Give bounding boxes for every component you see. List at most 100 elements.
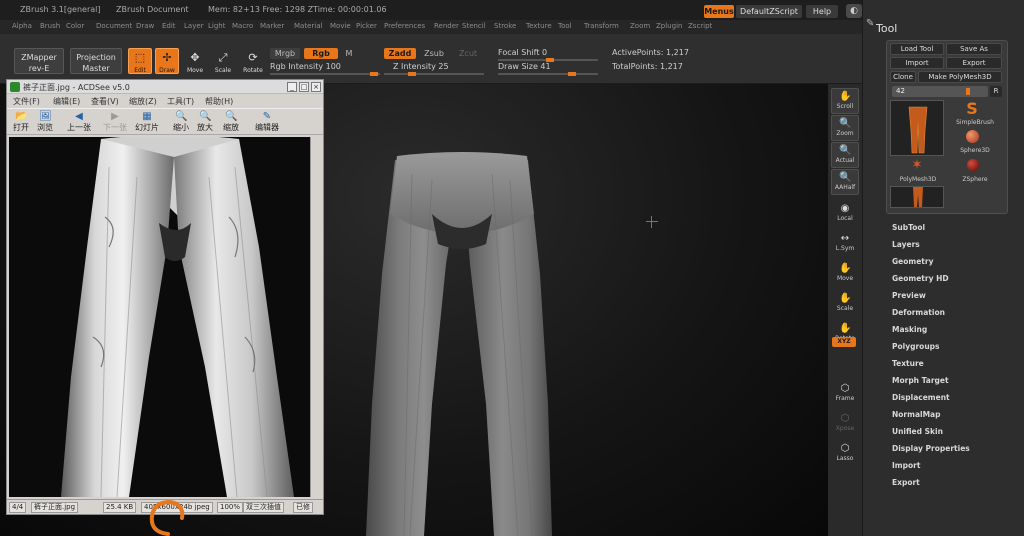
acdsee-menu-item[interactable]: 缩放(Z) — [129, 96, 157, 107]
rotate-mode-button[interactable]: ⟳ Rotate — [239, 48, 267, 74]
subpalette-preview[interactable]: Preview — [892, 291, 926, 300]
default-zscript-button[interactable]: DefaultZScript — [736, 5, 802, 18]
menu-zscript[interactable]: Zscript — [688, 22, 712, 30]
subpalette-deformation[interactable]: Deformation — [892, 308, 945, 317]
clone-button[interactable]: Clone — [890, 71, 916, 83]
reset-r-button[interactable]: R — [990, 86, 1002, 97]
acdsee-tool-button[interactable]: 🔍 放大 — [197, 111, 213, 133]
menu-macro[interactable]: Macro — [232, 22, 253, 30]
acdsee-tool-button[interactable]: 🔍 缩小 — [173, 111, 189, 133]
current-tool-thumbnail[interactable] — [890, 100, 944, 156]
subpalette-import[interactable]: Import — [892, 461, 920, 470]
acdsee-menu-item[interactable]: 工具(T) — [167, 96, 194, 107]
subpalette-layers[interactable]: Layers — [892, 240, 920, 249]
shelf-zoom-button[interactable]: 🔍 Zoom — [831, 115, 859, 141]
subpalette-subtool[interactable]: SubTool — [892, 223, 925, 232]
recent-tool-thumbnail[interactable] — [890, 186, 944, 208]
help-button[interactable]: Help — [806, 5, 838, 18]
acdsee-tool-button[interactable]: ✎ 编辑器 — [255, 111, 279, 133]
acdsee-tool-button[interactable]: 🔍 缩放 — [223, 111, 239, 133]
draw-size-slider[interactable] — [498, 72, 598, 76]
m-button[interactable]: M — [342, 48, 356, 59]
rgb-intensity-slider[interactable] — [270, 72, 380, 76]
maximize-window-icon[interactable]: □ — [299, 82, 309, 92]
menus-toggle-button[interactable]: Menus — [704, 5, 734, 18]
zsphere-icon[interactable] — [967, 159, 979, 171]
menu-draw[interactable]: Draw — [136, 22, 154, 30]
menu-transform[interactable]: Transform — [584, 22, 619, 30]
acdsee-tool-button[interactable]: 📂 打开 — [13, 111, 29, 133]
shelf-aahalf-button[interactable]: 🔍 AAHalf — [831, 169, 859, 195]
subpalette-display-properties[interactable]: Display Properties — [892, 444, 970, 453]
menu-render[interactable]: Render — [434, 22, 459, 30]
acdsee-image-viewer-window[interactable]: 裤子正面.jpg - ACDSee v5.0 _ □ × 文件(F) 编辑(E) 查… — [6, 79, 324, 515]
shelf-scroll-button[interactable]: ✋ Scroll — [831, 88, 859, 114]
subpalette-texture[interactable]: Texture — [892, 359, 924, 368]
make-polymesh3d-button[interactable]: Make PolyMesh3D — [918, 71, 1002, 83]
draw-mode-button[interactable]: ✢ Draw — [155, 48, 179, 74]
scale-mode-button[interactable]: ⤢ Scale — [211, 48, 235, 74]
subpalette-geometry[interactable]: Geometry — [892, 257, 933, 266]
shelf-xpose-button[interactable]: ⬡ Xpose — [831, 410, 859, 436]
zsub-button[interactable]: Zsub — [418, 48, 450, 59]
focal-shift-slider[interactable] — [498, 58, 598, 62]
z-intensity-slider[interactable] — [384, 72, 484, 76]
acdsee-tool-button[interactable]: 🖼 浏览 — [37, 111, 53, 133]
save-as-button[interactable]: Save As — [946, 43, 1002, 55]
menu-brush[interactable]: Brush — [40, 22, 60, 30]
acdsee-tool-button[interactable]: ◀ 上一张 — [67, 111, 91, 133]
menu-layer[interactable]: Layer — [184, 22, 204, 30]
acdsee-menu-item[interactable]: 文件(F) — [13, 96, 40, 107]
shelf-local-button[interactable]: ◉ Local — [831, 200, 859, 226]
shelf-lasso-button[interactable]: ⬡ Lasso — [831, 440, 859, 466]
acdsee-tool-button[interactable]: ▶ 下一张 — [103, 111, 127, 133]
import-tool-button[interactable]: Import — [890, 57, 944, 69]
zcut-button[interactable]: Zcut — [454, 48, 482, 59]
edit-mode-button[interactable]: ⬚ Edit — [128, 48, 152, 74]
menu-light[interactable]: Light — [208, 22, 225, 30]
shelf-frame-button[interactable]: ⬡ Frame — [831, 380, 859, 406]
acdsee-vertical-scrollbar[interactable] — [310, 137, 321, 497]
shelf-actual-button[interactable]: 🔍 Actual — [831, 142, 859, 168]
hide-icon[interactable]: ◐ — [846, 4, 862, 18]
menu-document[interactable]: Document — [96, 22, 132, 30]
acdsee-menu-item[interactable]: 帮助(H) — [205, 96, 233, 107]
close-window-icon[interactable]: × — [311, 82, 321, 92]
subpalette-polygroups[interactable]: Polygroups — [892, 342, 940, 351]
acdsee-image-view[interactable] — [9, 137, 321, 497]
shelf-move-button[interactable]: ✋ Move — [831, 260, 859, 286]
acdsee-tool-button[interactable]: ▦ 幻灯片 — [135, 111, 159, 133]
projection-master-button[interactable]: Projection Master — [70, 48, 122, 74]
move-mode-button[interactable]: ✥ Move — [183, 48, 207, 74]
menu-preferences[interactable]: Preferences — [384, 22, 425, 30]
menu-picker[interactable]: Picker — [356, 22, 377, 30]
shelf-scale-button[interactable]: ✋ Scale — [831, 290, 859, 316]
menu-marker[interactable]: Marker — [260, 22, 284, 30]
rgb-button[interactable]: Rgb — [304, 48, 338, 59]
load-tool-button[interactable]: Load Tool — [890, 43, 944, 55]
mrgb-button[interactable]: Mrgb — [270, 48, 300, 59]
minimize-window-icon[interactable]: _ — [287, 82, 297, 92]
menu-stroke[interactable]: Stroke — [494, 22, 516, 30]
subpalette-geometry-hd[interactable]: Geometry HD — [892, 274, 949, 283]
subpalette-morph-target[interactable]: Morph Target — [892, 376, 949, 385]
export-tool-button[interactable]: Export — [946, 57, 1002, 69]
menu-zoom[interactable]: Zoom — [630, 22, 650, 30]
shelf-lsym-button[interactable]: ↔ L.Sym — [831, 230, 859, 256]
acdsee-menu-item[interactable]: 编辑(E) — [53, 96, 80, 107]
tool-count-slider[interactable]: 42 — [892, 86, 988, 97]
menu-edit[interactable]: Edit — [162, 22, 176, 30]
menu-color[interactable]: Color — [66, 22, 84, 30]
menu-zplugin[interactable]: Zplugin — [656, 22, 682, 30]
subpalette-displacement[interactable]: Displacement — [892, 393, 950, 402]
polymesh3d-icon[interactable]: ✶ — [910, 158, 924, 172]
sphere3d-icon[interactable] — [966, 130, 979, 143]
xyz-symmetry-button[interactable]: XYZ — [832, 337, 856, 347]
zmapper-button[interactable]: ZMapper rev-E — [14, 48, 64, 74]
menu-texture[interactable]: Texture — [526, 22, 552, 30]
acdsee-menu-item[interactable]: 查看(V) — [91, 96, 119, 107]
menu-material[interactable]: Material — [294, 22, 322, 30]
tool-palette-title[interactable]: Tool — [876, 22, 897, 35]
simplebrush-icon[interactable]: S — [963, 101, 981, 117]
subpalette-masking[interactable]: Masking — [892, 325, 927, 334]
